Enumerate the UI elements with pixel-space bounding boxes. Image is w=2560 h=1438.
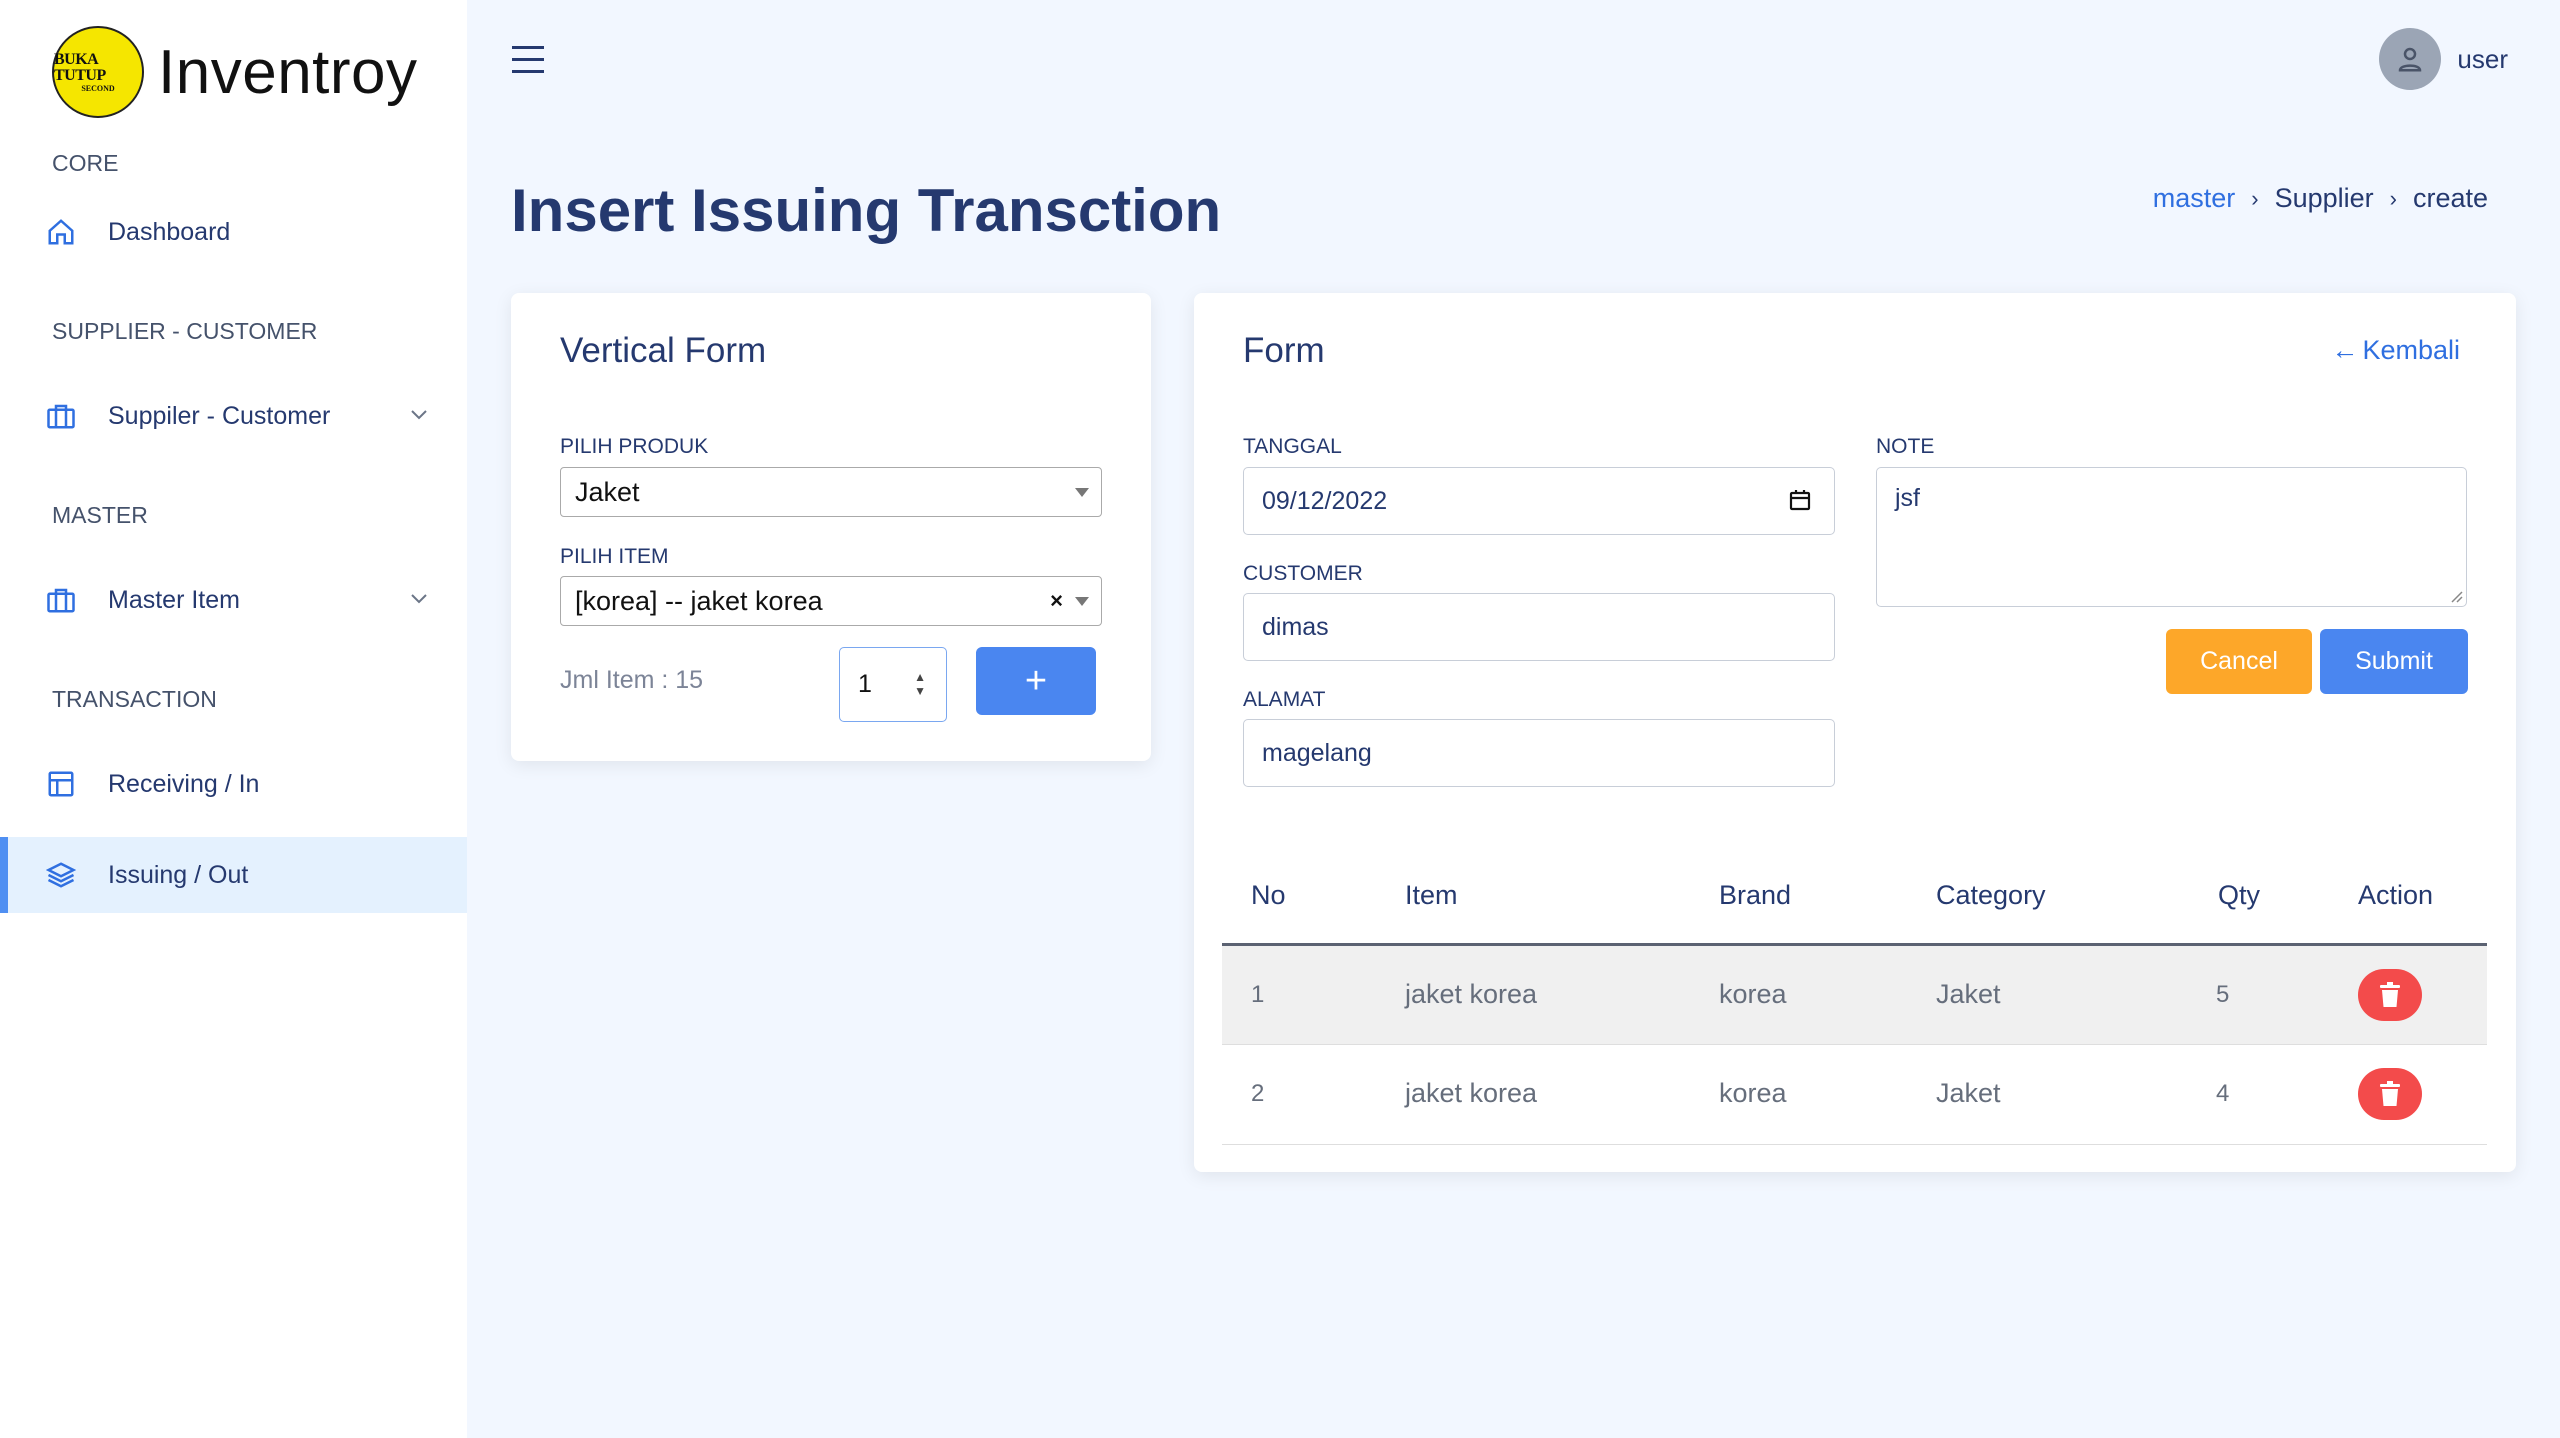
sidebar: BUKA TUTUP SECOND Inventroy CORE Dashboa… <box>0 0 467 1438</box>
chevron-right-icon: › <box>2251 185 2259 211</box>
brand-name: Inventroy <box>158 37 418 107</box>
menu-title-transaction: TRANSACTION <box>52 686 217 712</box>
table-row: 1 jaket korea korea Jaket 5 <box>1222 946 2487 1045</box>
user-name: user <box>2457 43 2508 74</box>
layers-icon <box>46 860 76 890</box>
sidebar-item-issuing[interactable]: Issuing / Out <box>0 837 467 913</box>
back-link-label: Kembali <box>2362 335 2460 365</box>
cancel-button[interactable]: Cancel <box>2166 629 2312 694</box>
sidebar-item-label: Dashboard <box>108 217 231 246</box>
cell-category: Jaket <box>1936 979 2001 1009</box>
cell-qty: 5 <box>2216 981 2230 1008</box>
produk-select-value: Jaket <box>575 476 640 507</box>
logo-text: BUKA TUTUP <box>54 50 106 84</box>
sidebar-item-master-item[interactable]: Master Item <box>0 562 467 638</box>
chevron-right-icon: › <box>2389 185 2397 211</box>
cell-no: 2 <box>1251 1080 1265 1107</box>
item-select[interactable]: [korea] -- jaket korea × <box>560 576 1102 626</box>
calendar-icon[interactable] <box>1788 488 1812 519</box>
column-header-category: Category <box>1936 880 2046 910</box>
sidebar-item-dashboard[interactable]: Dashboard <box>0 194 467 270</box>
sidebar-item-suppiler-customer[interactable]: Suppiler - Customer <box>0 378 467 454</box>
cell-category: Jaket <box>1936 1078 2001 1108</box>
hamburger-menu-icon[interactable] <box>512 46 548 76</box>
trash-icon <box>2380 982 2400 1007</box>
vertical-form-card: Vertical Form PILIH PRODUK Jaket PILIH I… <box>511 293 1151 761</box>
briefcase-icon <box>46 401 76 431</box>
customer-value: dimas <box>1262 612 1329 641</box>
column-header-item: Item <box>1405 880 1458 910</box>
quantity-stepper[interactable]: 1 ▲ ▼ <box>839 647 947 722</box>
clear-icon[interactable]: × <box>1050 588 1063 614</box>
stepper-arrows-icon[interactable]: ▲ ▼ <box>914 670 926 698</box>
cell-brand: korea <box>1719 1078 1787 1108</box>
arrow-left-icon: ← <box>2331 335 2359 365</box>
quantity-value: 1 <box>858 670 872 698</box>
brand-logo: BUKA TUTUP SECOND <box>52 26 144 118</box>
caret-down-icon <box>1075 597 1089 606</box>
briefcase-icon <box>46 585 76 615</box>
menu-title-supplier-customer: SUPPLIER - CUSTOMER <box>52 318 318 344</box>
page-title: Insert Issuing Transction <box>511 177 1222 244</box>
note-value: jsf <box>1895 484 1920 512</box>
tanggal-value: 09/12/2022 <box>1262 486 1388 515</box>
resize-handle-icon[interactable] <box>2449 589 2463 603</box>
alamat-value: magelang <box>1262 738 1372 767</box>
user-icon <box>2399 47 2422 72</box>
card-title: Vertical Form <box>560 331 767 370</box>
card-title: Form <box>1243 331 1325 370</box>
column-header-no: No <box>1251 880 1286 910</box>
sidebar-item-label: Suppiler - Customer <box>108 401 331 430</box>
item-select-value: [korea] -- jaket korea <box>575 585 823 616</box>
tanggal-label: TANGGAL <box>1243 435 1342 458</box>
note-label: NOTE <box>1876 435 1935 458</box>
trash-icon <box>2380 1081 2400 1106</box>
customer-label: CUSTOMER <box>1243 562 1363 585</box>
pilih-produk-label: PILIH PRODUK <box>560 435 709 458</box>
sidebar-item-label: Issuing / Out <box>108 860 249 889</box>
back-link[interactable]: ← Kembali <box>2331 335 2460 366</box>
caret-down-icon <box>1075 488 1089 497</box>
cell-brand: korea <box>1719 979 1787 1009</box>
cell-item: jaket korea <box>1405 979 1538 1009</box>
column-header-action: Action <box>2358 880 2434 910</box>
table-icon <box>46 769 76 799</box>
alamat-label: ALAMAT <box>1243 688 1326 711</box>
submit-button[interactable]: Submit <box>2320 629 2468 694</box>
menu-title-core: CORE <box>52 150 119 176</box>
cell-item: jaket korea <box>1405 1078 1538 1108</box>
produk-select[interactable]: Jaket <box>560 467 1102 517</box>
logo-subtext: SECOND <box>81 83 115 93</box>
delete-button[interactable] <box>2358 969 2422 1021</box>
sidebar-item-label: Receiving / In <box>108 769 260 798</box>
breadcrumb-supplier[interactable]: Supplier <box>2275 183 2374 214</box>
customer-input[interactable]: dimas <box>1243 593 1835 661</box>
delete-button[interactable] <box>2358 1068 2422 1120</box>
alamat-input[interactable]: magelang <box>1243 719 1835 787</box>
column-header-qty: Qty <box>2218 880 2261 910</box>
breadcrumb: master › Supplier › create <box>2153 183 2488 214</box>
cell-no: 1 <box>1251 981 1265 1008</box>
add-item-button[interactable]: + <box>976 647 1096 715</box>
chevron-down-icon <box>407 586 431 610</box>
sidebar-item-receiving[interactable]: Receiving / In <box>0 746 467 822</box>
user-menu[interactable]: user <box>2379 28 2508 90</box>
pilih-item-label: PILIH ITEM <box>560 545 669 568</box>
chevron-down-icon <box>407 402 431 426</box>
avatar <box>2379 28 2442 90</box>
tanggal-input[interactable]: 09/12/2022 <box>1243 467 1835 535</box>
sidebar-item-label: Master Item <box>108 585 240 614</box>
brand[interactable]: BUKA TUTUP SECOND Inventroy <box>52 26 418 118</box>
breadcrumb-create: create <box>2412 183 2488 213</box>
column-header-brand: Brand <box>1719 880 1792 910</box>
menu-title-master: MASTER <box>52 502 148 528</box>
note-textarea[interactable]: jsf <box>1876 467 2467 607</box>
table-row: 2 jaket korea korea Jaket 4 <box>1222 1046 2487 1145</box>
jml-item-text: Jml Item : 15 <box>560 666 704 694</box>
home-icon <box>46 217 76 247</box>
breadcrumb-master[interactable]: master <box>2153 183 2236 214</box>
cell-qty: 4 <box>2216 1080 2230 1107</box>
